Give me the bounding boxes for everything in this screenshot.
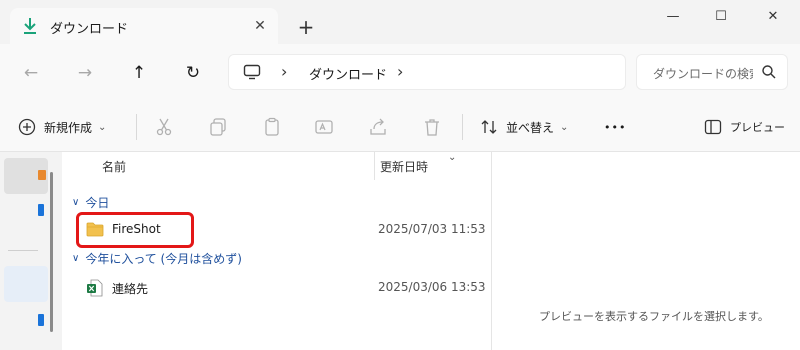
file-date: 2025/03/06 13:53: [378, 280, 486, 294]
cut-icon[interactable]: [154, 117, 174, 137]
column-divider[interactable]: [374, 152, 375, 180]
chevron-down-icon: ∨: [72, 253, 80, 264]
preview-message: プレビューを表示するファイルを選択します。: [539, 310, 769, 323]
group-header-this-year[interactable]: ∨ 今年に入って (今月は含めず): [72, 250, 242, 267]
rename-icon[interactable]: [314, 117, 334, 137]
computer-icon: [243, 64, 261, 80]
highlight-box: [76, 212, 194, 248]
sidebar-scrollbar[interactable]: [50, 172, 53, 332]
chevron-down-icon: ∨: [72, 197, 80, 208]
tab-close-button[interactable]: ✕: [248, 14, 272, 38]
sort-button-label: 並べ替え: [506, 120, 555, 135]
gallery-icon: [38, 204, 44, 216]
tab-downloads[interactable]: ダウンロード ✕: [10, 8, 278, 44]
download-icon: [24, 18, 36, 34]
share-icon[interactable]: [368, 117, 388, 137]
chevron-down-icon: ⌄: [98, 121, 107, 133]
refresh-button[interactable]: ↻: [178, 58, 208, 88]
excel-file-icon: [87, 279, 103, 297]
back-button[interactable]: ←: [16, 58, 46, 88]
navigation-pane: [0, 152, 62, 350]
breadcrumb-downloads[interactable]: ダウンロード: [309, 64, 387, 83]
sort-icon: [481, 120, 497, 134]
delete-icon[interactable]: [422, 117, 442, 137]
group-header-today[interactable]: ∨ 今日: [72, 194, 109, 211]
group-label: 今年に入って (今月は含めず): [85, 252, 242, 266]
new-button[interactable]: 新規作成 ⌄: [18, 114, 106, 140]
folder-icon: [38, 314, 44, 326]
file-list: 名前 更新日時 ⌄ ∨ 今日 FireShot 2025/07/03 11:53…: [62, 152, 492, 350]
copy-icon[interactable]: [208, 117, 228, 137]
column-header-modified[interactable]: 更新日時: [380, 158, 428, 175]
preview-pane-button[interactable]: プレビュー: [704, 114, 785, 140]
sort-button[interactable]: 並べ替え ⌄: [480, 114, 568, 140]
search-box[interactable]: ダウンロードの検索: [636, 54, 788, 90]
address-bar[interactable]: › ダウンロード ›: [228, 54, 626, 90]
preview-button-label: プレビュー: [730, 121, 785, 134]
home-icon: [38, 170, 46, 180]
preview-pane-icon: [704, 119, 722, 135]
minimize-button[interactable]: —: [650, 2, 696, 32]
forward-button[interactable]: →: [70, 58, 100, 88]
up-button[interactable]: ↑: [124, 58, 154, 88]
search-icon: [762, 65, 776, 79]
command-bar: 新規作成 ⌄ 並べ替え ⌄ ••• プレビュー: [0, 102, 800, 152]
preview-pane: プレビューを表示するファイルを選択します。: [493, 152, 800, 350]
toolbar-divider: [136, 114, 137, 140]
chevron-down-icon: ⌄: [560, 121, 569, 133]
file-date: 2025/07/03 11:53: [378, 222, 486, 236]
search-placeholder: ダウンロードの検索: [653, 67, 753, 81]
paste-icon[interactable]: [262, 117, 282, 137]
sidebar-item-downloads[interactable]: [4, 266, 48, 302]
more-options-button[interactable]: •••: [604, 114, 626, 140]
group-label: 今日: [85, 196, 110, 210]
close-window-button[interactable]: ✕: [750, 2, 796, 32]
plus-circle-icon: [18, 118, 36, 136]
navigation-bar: ← → ↑ ↻ › ダウンロード › ダウンロードの検索: [0, 44, 800, 102]
list-item[interactable]: 連絡先 2025/03/06 13:53: [76, 276, 486, 300]
breadcrumb-separator[interactable]: ›: [397, 62, 403, 81]
file-name: 連絡先: [112, 282, 149, 296]
tab-title: ダウンロード: [50, 22, 129, 37]
toolbar-divider: [462, 114, 463, 140]
title-bar: ダウンロード ✕ + — ☐ ✕: [0, 0, 800, 44]
maximize-button[interactable]: ☐: [698, 2, 744, 32]
sort-indicator-icon: ⌄: [448, 152, 457, 163]
new-button-label: 新規作成: [44, 120, 93, 135]
sidebar-divider: [8, 250, 38, 251]
breadcrumb-separator: ›: [281, 62, 288, 81]
new-tab-button[interactable]: +: [292, 14, 320, 42]
column-header-name[interactable]: 名前: [102, 158, 126, 175]
